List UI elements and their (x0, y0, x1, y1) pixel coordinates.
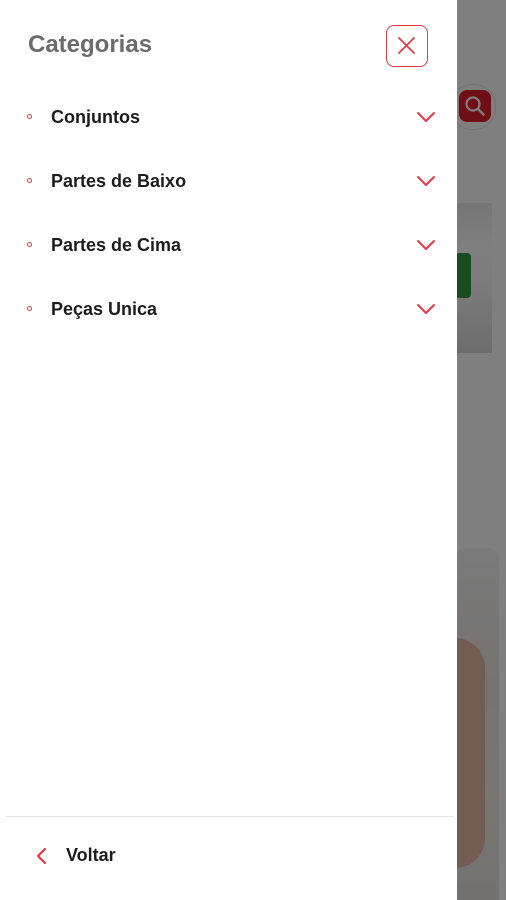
bullet-icon (27, 178, 32, 183)
category-label: Partes de Cima (51, 235, 182, 255)
bullet-icon (27, 242, 32, 247)
category-label: Partes de Baixo (51, 171, 187, 191)
close-icon (398, 37, 415, 54)
category-item-partes-de-cima[interactable]: Partes de Cima (0, 213, 457, 277)
chevron-down-icon[interactable] (416, 173, 436, 189)
back-label: Voltar (66, 845, 116, 865)
chevron-down-icon[interactable] (416, 301, 436, 317)
chevron-down-icon[interactable] (416, 237, 436, 253)
category-item-pecas-unica[interactable]: Peças Unica (0, 277, 457, 341)
drawer-title: Categorias (28, 31, 153, 58)
divider (6, 816, 454, 817)
categories-drawer: Categorias Conjuntos Partes de Baixo Par… (0, 0, 457, 900)
category-item-conjuntos[interactable]: Conjuntos (0, 85, 457, 149)
app-screen: Categorias Conjuntos Partes de Baixo Par… (0, 0, 506, 900)
category-label: Conjuntos (51, 107, 140, 127)
category-list: Conjuntos Partes de Baixo Partes de Cima (0, 85, 457, 341)
chevron-down-icon[interactable] (416, 109, 436, 125)
category-item-partes-de-baixo[interactable]: Partes de Baixo (0, 149, 457, 213)
bullet-icon (27, 306, 32, 311)
category-label: Peças Unica (51, 299, 158, 319)
back-button[interactable]: Voltar (30, 840, 170, 870)
chevron-left-icon (36, 847, 47, 865)
bullet-icon (27, 114, 32, 119)
close-button[interactable] (386, 25, 428, 67)
